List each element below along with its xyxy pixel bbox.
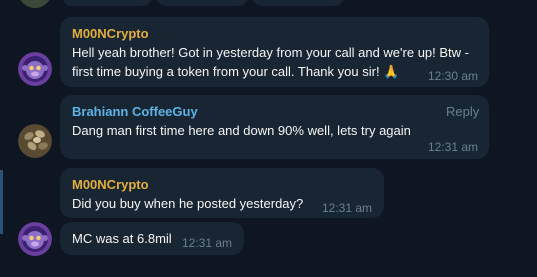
message-bubble[interactable]: MC was at 6.8mil 12:31 am [60, 222, 244, 255]
reply-button[interactable]: Reply [446, 104, 479, 119]
message-timestamp: 12:31 am [428, 140, 479, 154]
message-text-line-1: Did you buy when he posted yesterday? [72, 196, 304, 211]
monkey-avatar-icon [18, 222, 52, 256]
monkey-avatar-icon [18, 52, 52, 86]
previous-message-bubble-cut [62, 0, 152, 6]
previous-message-bubble-cut-3 [252, 0, 344, 6]
message-timestamp: 12:31 am [322, 201, 373, 215]
sender-name[interactable]: M00NCrypto [72, 26, 149, 41]
message-text-line-1: Dang man first time here and down 90% we… [72, 123, 411, 138]
avatar-m00ncrypto[interactable] [18, 222, 52, 256]
selection-indicator [0, 170, 3, 234]
coffee-beans-avatar-icon [18, 124, 52, 158]
message-text-line-1: Hell yeah brother! Got in yesterday from… [72, 45, 469, 60]
sender-name[interactable]: Brahiann CoffeeGuy [72, 104, 198, 119]
avatar-m00ncrypto[interactable] [18, 52, 52, 86]
sender-name[interactable]: M00NCrypto [72, 177, 149, 192]
message-timestamp: 12:30 am [428, 69, 479, 83]
previous-message-bubble-cut-2 [156, 0, 248, 6]
avatar-brahiann[interactable] [18, 124, 52, 158]
message-text-line-1: MC was at 6.8mil [72, 231, 172, 246]
message-timestamp: 12:31 am [182, 236, 233, 250]
message-bubble[interactable]: M00NCrypto Did you buy when he posted ye… [60, 168, 384, 218]
message-text-line-2: first time buying a token from your call… [72, 64, 400, 79]
previous-avatar-cut [18, 0, 52, 8]
message-bubble[interactable]: M00NCrypto Hell yeah brother! Got in yes… [60, 17, 489, 87]
message-bubble[interactable]: Brahiann CoffeeGuy Reply Dang man first … [60, 95, 489, 159]
